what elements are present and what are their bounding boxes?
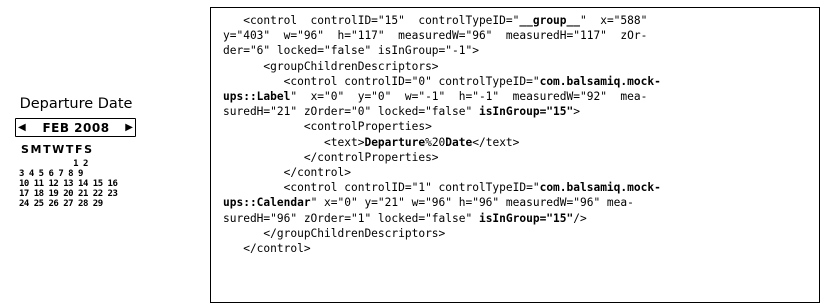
- code-text: />: [573, 211, 587, 225]
- calendar-weekday-header: SMTWTFS: [21, 143, 94, 156]
- calendar-month-label: FEB 2008: [42, 121, 110, 135]
- code-text: suredH="21" zOrder="0" locked="false": [223, 105, 479, 119]
- code-text: </controlProperties>: [223, 150, 439, 164]
- code-text: </control>: [223, 242, 311, 256]
- calendar-week-row[interactable]: 24 25 26 27 28 29: [19, 199, 117, 209]
- prev-month-arrow-icon[interactable]: ◀: [18, 120, 26, 136]
- code-text: <control controlID="0" controlTypeID=": [223, 74, 540, 88]
- calendar-widget: ◀ FEB 2008 ▶ SMTWTFS 1 2 3 4 5 6 7 8 9 1…: [15, 118, 136, 235]
- code-text: <groupChildrenDescriptors>: [223, 59, 439, 73]
- code-text: " x="588": [580, 14, 648, 27]
- code-line: suredH="21" zOrder="0" locked="false" is…: [223, 104, 809, 119]
- code-line: <control controlID="1" controlTypeID="co…: [223, 180, 809, 195]
- calendar-mockup: Departure Date ◀ FEB 2008 ▶ SMTWTFS 1 2 …: [0, 96, 148, 246]
- code-text: " x="0" y="21" w="96" h="96" measuredW="…: [310, 196, 634, 210]
- code-line: </control>: [223, 241, 809, 256]
- code-keyword: __group__: [519, 14, 580, 27]
- code-line: </control>: [223, 165, 809, 180]
- code-line: <controlProperties>: [223, 119, 809, 134]
- code-text: %20: [425, 135, 446, 149]
- code-keyword: com.balsamiq.mock-: [539, 74, 661, 88]
- code-keyword: Departure: [364, 135, 426, 149]
- calendar-day-grid: 1 2 3 4 5 6 7 8 9 10 11 12 13 14 15 16 1…: [19, 159, 118, 209]
- code-line: </controlProperties>: [223, 150, 809, 165]
- code-text: </control>: [223, 166, 351, 180]
- code-line: </groupChildrenDescriptors>: [223, 226, 809, 241]
- code-text: suredH="96" zOrder="1" locked="false": [223, 211, 479, 225]
- code-text: </groupChildrenDescriptors>: [223, 226, 446, 240]
- code-line: ups::Label" x="0" y="0" w="-1" h="-1" me…: [223, 89, 809, 104]
- code-text: y="403" w="96" h="117" measuredW="96" me…: [223, 29, 648, 43]
- departure-date-label: Departure Date: [19, 96, 133, 112]
- code-line: y="403" w="96" h="117" measuredW="96" me…: [223, 28, 809, 43]
- code-keyword: isInGroup="15": [478, 211, 574, 225]
- code-keyword: Date: [445, 135, 473, 149]
- calendar-week-row[interactable]: 3 4 5 6 7 8 9: [19, 169, 117, 179]
- code-text: </text>: [472, 135, 520, 149]
- code-text: <control controlID="1" controlTypeID=": [223, 181, 540, 195]
- code-text: <text>: [223, 135, 365, 149]
- code-line: <control controlID="0" controlTypeID="co…: [223, 74, 809, 89]
- xml-code-listing: <control controlID="15" controlTypeID="_…: [211, 8, 819, 256]
- calendar-week-row[interactable]: 1 2: [19, 159, 117, 169]
- code-keyword: ups::Label: [223, 90, 291, 104]
- code-text: <control controlID="15" controlTypeID=": [223, 14, 520, 27]
- code-text: >: [573, 105, 580, 119]
- code-line: ups::Calendar" x="0" y="21" w="96" h="96…: [223, 195, 809, 210]
- code-line: <control controlID="15" controlTypeID="_…: [223, 13, 809, 28]
- code-line: suredH="96" zOrder="1" locked="false" is…: [223, 211, 809, 226]
- next-month-arrow-icon[interactable]: ▶: [125, 120, 133, 136]
- code-keyword: ups::Calendar: [223, 196, 311, 210]
- calendar-header: ◀ FEB 2008 ▶: [15, 118, 136, 137]
- code-line: <groupChildrenDescriptors>: [223, 59, 809, 74]
- code-line: der="6" locked="false" isInGroup="-1">: [223, 43, 809, 58]
- code-text: " x="0" y="0" w="-1" h="-1" measuredW="9…: [290, 90, 648, 104]
- calendar-week-row[interactable]: 10 11 12 13 14 15 16: [19, 179, 118, 189]
- code-text: <controlProperties>: [223, 120, 432, 134]
- code-line: <text>Departure%20Date</text>: [223, 135, 809, 150]
- xml-code-box: <control controlID="15" controlTypeID="_…: [210, 7, 820, 303]
- calendar-week-row[interactable]: 17 18 19 20 21 22 23: [19, 189, 118, 199]
- code-text: der="6" locked="false" isInGroup="-1">: [223, 44, 479, 58]
- code-keyword: isInGroup="15": [478, 105, 574, 119]
- code-keyword: com.balsamiq.mock-: [539, 181, 661, 195]
